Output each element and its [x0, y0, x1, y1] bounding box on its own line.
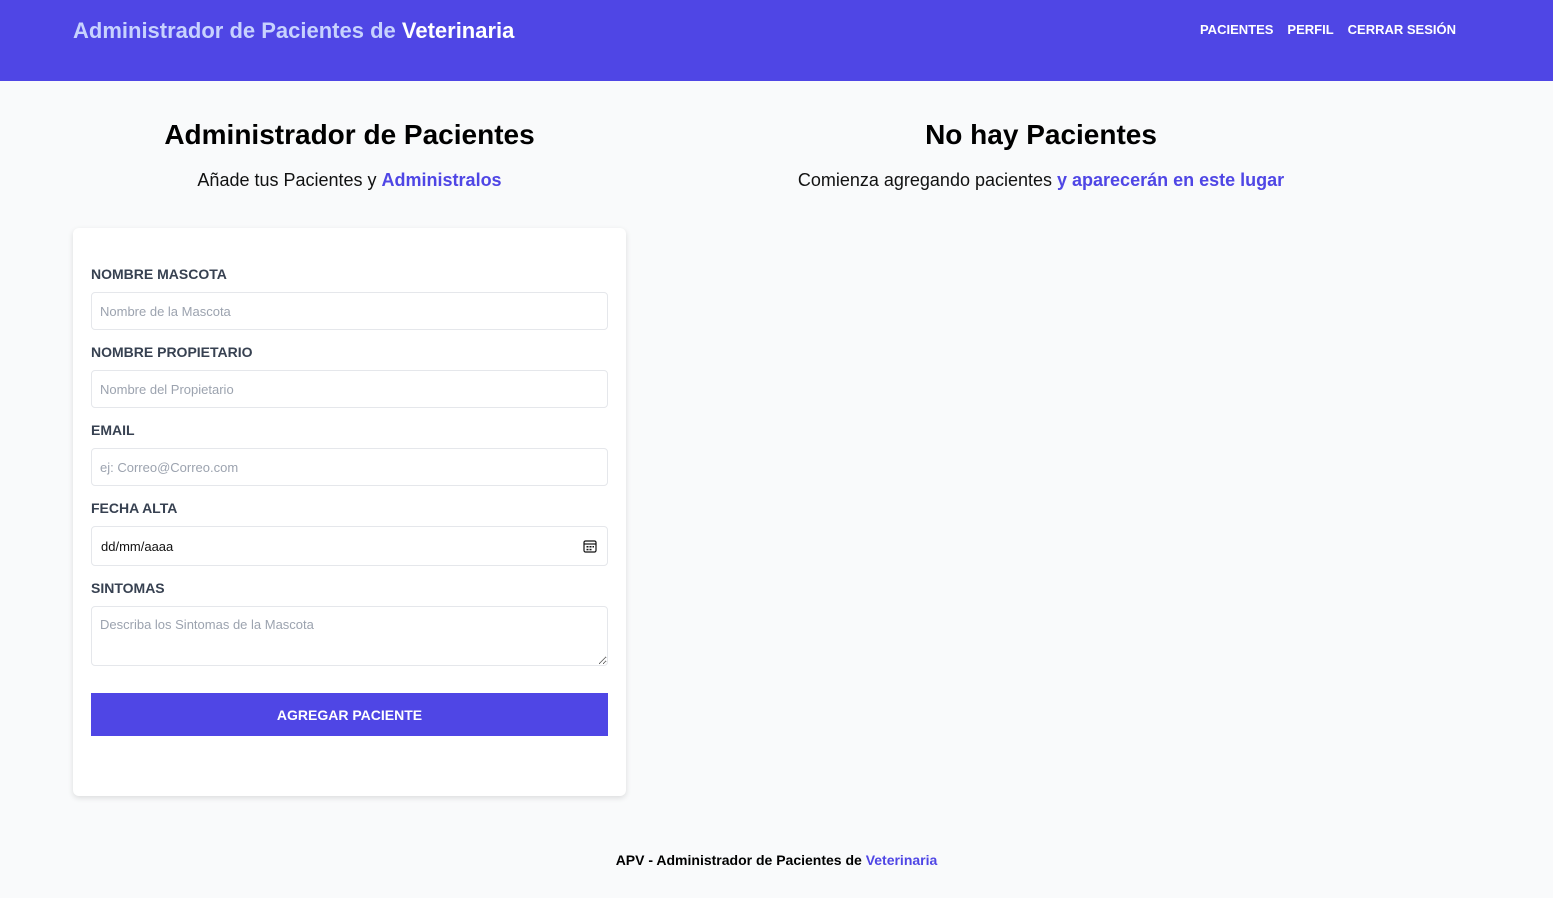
- email-label: Email: [91, 422, 135, 438]
- field-email: Email: [91, 422, 608, 486]
- fecha-label: Fecha Alta: [91, 500, 178, 516]
- field-propietario: Nombre Propietario: [91, 344, 608, 408]
- brand-strong: Veterinaria: [401, 18, 515, 43]
- nav-link-pacientes[interactable]: PACIENTES: [1200, 22, 1273, 37]
- empty-list-subtitle: Comienza agregando pacientes y aparecerá…: [656, 168, 1426, 192]
- nav-link-perfil[interactable]: PERFIL: [1287, 22, 1333, 37]
- fecha-value: dd/mm/aaaa: [101, 539, 174, 554]
- email-input[interactable]: [91, 448, 608, 486]
- agregar-paciente-button[interactable]: Agregar Paciente: [91, 693, 608, 736]
- form-subtitle-prefix: Añade tus Pacientes y: [197, 170, 382, 190]
- mascota-label: Nombre Mascota: [91, 266, 227, 282]
- sintomas-label: Sintomas: [91, 580, 165, 596]
- brand-title: Administrador de Pacientes de Veterinari…: [73, 18, 514, 44]
- sintomas-textarea[interactable]: [91, 606, 608, 666]
- main-nav: PACIENTES PERFIL CERRAR SESIÓN: [1200, 22, 1456, 37]
- form-section-subtitle: Añade tus Pacientes y Administralos: [73, 168, 626, 192]
- footer-prefix: APV - Administrador de Pacientes de: [615, 852, 866, 868]
- field-sintomas: Sintomas: [91, 580, 608, 671]
- form-section-title: Administrador de Pacientes: [164, 119, 535, 150]
- nav-link-cerrar-sesion[interactable]: CERRAR SESIÓN: [1348, 22, 1456, 37]
- propietario-input[interactable]: [91, 370, 608, 408]
- form-subtitle-accent: Administralos: [381, 170, 502, 190]
- field-fecha: Fecha Alta dd/mm/aaaa: [91, 500, 608, 566]
- brand-prefix: Administrador de Pacientes de: [73, 18, 402, 43]
- calendar-icon[interactable]: [583, 539, 597, 553]
- footer-accent: Veterinaria: [865, 852, 938, 868]
- empty-subtitle-accent: y aparecerán en este lugar: [1057, 170, 1285, 190]
- field-mascota: Nombre Mascota: [91, 266, 608, 330]
- empty-subtitle-prefix: Comienza agregando pacientes: [797, 170, 1058, 190]
- form-section-heading: Administrador de Pacientes Añade tus Pac…: [73, 118, 626, 192]
- top-header: Administrador de Pacientes de Veterinari…: [0, 0, 1553, 81]
- empty-list-title: No hay Pacientes: [925, 119, 1157, 150]
- patient-form: Nombre Mascota Nombre Propietario Email …: [73, 228, 626, 796]
- page-footer: APV - Administrador de Pacientes de Vete…: [0, 852, 1553, 868]
- fecha-date-input[interactable]: dd/mm/aaaa: [91, 526, 608, 566]
- patients-list-section: No hay Pacientes Comienza agregando paci…: [656, 118, 1426, 192]
- mascota-input[interactable]: [91, 292, 608, 330]
- propietario-label: Nombre Propietario: [91, 344, 253, 360]
